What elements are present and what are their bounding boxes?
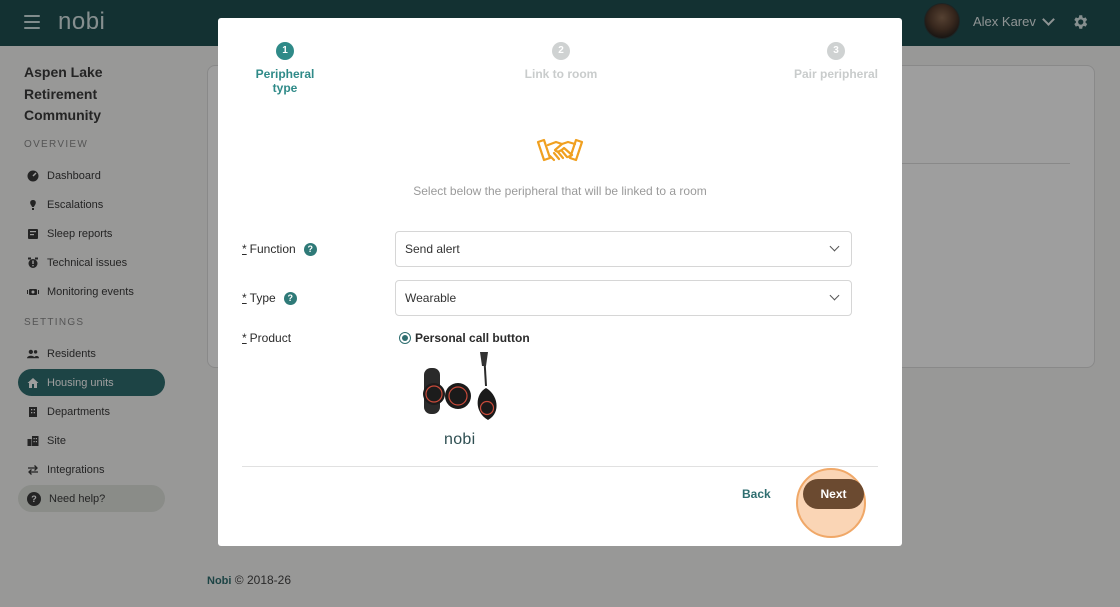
- radio-button[interactable]: [399, 332, 411, 344]
- product-label: * Product: [242, 331, 291, 345]
- step-peripheral-type: 1 Peripheral type: [242, 42, 328, 95]
- step-number: 1: [276, 42, 294, 60]
- function-select-value: Send alert: [405, 242, 460, 256]
- type-select[interactable]: Wearable: [395, 280, 852, 316]
- back-button[interactable]: Back: [742, 487, 771, 501]
- product-image: nobi: [416, 350, 508, 448]
- modal-divider: [242, 466, 878, 467]
- function-label: * Function ?: [242, 242, 317, 256]
- step-label: Link to room: [524, 67, 598, 81]
- product-option-label: Personal call button: [415, 331, 530, 345]
- step-link-to-room: 2 Link to room: [518, 42, 604, 81]
- required-mark: *: [242, 291, 247, 305]
- help-icon[interactable]: ?: [283, 291, 297, 305]
- step-label: Pair peripheral: [793, 67, 879, 81]
- product-label-text: Product: [249, 331, 292, 345]
- type-label: * Type ?: [242, 291, 297, 305]
- add-peripheral-modal: 1 Peripheral type 2 Link to room 3 Pair …: [218, 18, 902, 546]
- step-pair-peripheral: 3 Pair peripheral: [790, 42, 882, 81]
- step-number: 3: [827, 42, 845, 60]
- chevron-down-icon: [829, 241, 840, 252]
- step-label: Peripheral type: [255, 67, 315, 95]
- next-button[interactable]: Next: [803, 479, 864, 509]
- type-label-text: Type: [249, 291, 276, 305]
- product-option-personal-call-button[interactable]: Personal call button: [399, 331, 530, 345]
- required-mark: *: [242, 331, 247, 345]
- function-select[interactable]: Send alert: [395, 231, 852, 267]
- modal-subtitle: Select below the peripheral that will be…: [413, 184, 707, 198]
- product-image-brand: nobi: [444, 431, 476, 448]
- function-label-text: Function: [249, 242, 296, 256]
- help-icon[interactable]: ?: [303, 242, 317, 256]
- handshake-icon: [536, 138, 584, 162]
- required-mark: *: [242, 242, 247, 256]
- step-number: 2: [552, 42, 570, 60]
- chevron-down-icon: [829, 290, 840, 301]
- personal-call-button-image: [423, 351, 497, 420]
- type-select-value: Wearable: [405, 291, 457, 305]
